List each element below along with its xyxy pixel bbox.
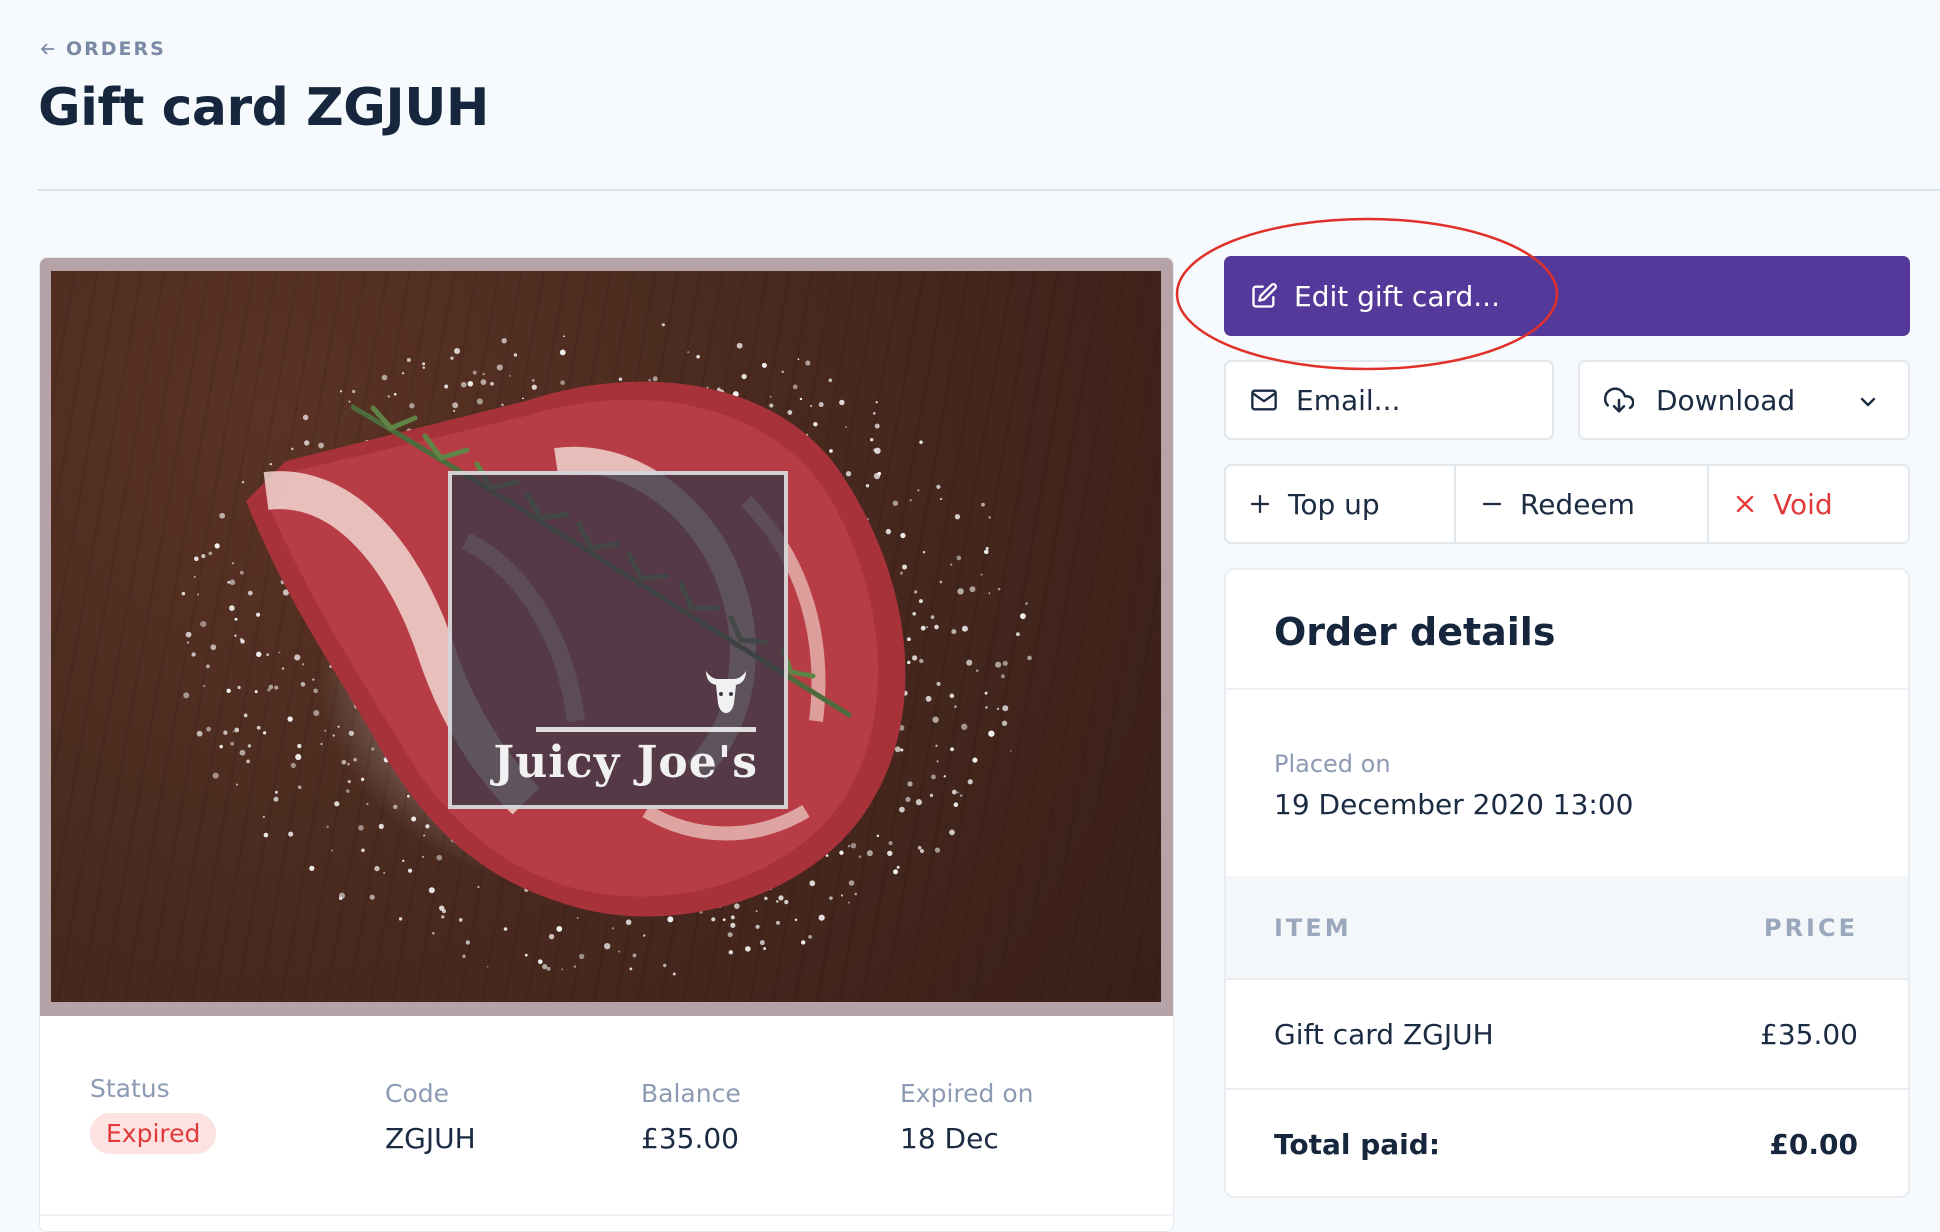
balance-actions-group: Top up Redeem Void (1224, 464, 1910, 544)
placed-on-value: 19 December 2020 13:00 (1274, 788, 1634, 821)
arrow-left-icon (40, 43, 54, 55)
header-divider (38, 189, 1940, 191)
placed-on-label: Placed on (1274, 750, 1391, 778)
status-badge: Expired (90, 1113, 217, 1154)
table-row: Gift card ZGJUH £35.00 (1226, 980, 1908, 1090)
page-title: Gift card ZGJUH (38, 78, 489, 138)
plus-icon (1250, 494, 1270, 514)
download-label: Download (1656, 383, 1796, 417)
expired-label: Expired on (900, 1079, 1034, 1108)
item-price: £35.00 (1760, 1018, 1858, 1051)
email-button[interactable]: Email... (1224, 360, 1554, 440)
void-label: Void (1773, 487, 1833, 521)
items-table-header: ITEM PRICE (1226, 876, 1908, 980)
balance-field: Balance £35.00 (641, 1079, 741, 1155)
void-button[interactable]: Void (1709, 466, 1908, 542)
gift-card-info-row: Status Expired Code ZGJUH Balance £35.00… (40, 1016, 1173, 1216)
expired-field: Expired on 18 Dec (900, 1079, 1033, 1155)
balance-label: Balance (641, 1079, 741, 1108)
download-button[interactable]: Download (1578, 360, 1910, 440)
gift-card-photo: Juicy Joe's (51, 271, 1161, 1002)
top-up-label: Top up (1288, 487, 1380, 521)
brand-logo-box: Juicy Joe's (448, 471, 788, 809)
top-up-button[interactable]: Top up (1226, 466, 1456, 542)
total-paid-label: Total paid: (1274, 1128, 1441, 1161)
brand-logo-text: Juicy Joe's (493, 737, 758, 788)
column-header-item: ITEM (1274, 914, 1352, 942)
status-label: Status (90, 1074, 170, 1103)
total-paid-row: Total paid: £0.00 (1226, 1090, 1908, 1196)
code-field: Code ZGJUH (385, 1079, 476, 1155)
breadcrumb-label: ORDERS (66, 38, 166, 60)
total-paid-value: £0.00 (1769, 1128, 1858, 1161)
status-field: Status Expired (90, 1074, 217, 1154)
order-title-divider (1226, 688, 1908, 690)
breadcrumb-orders[interactable]: ORDERS (40, 38, 166, 60)
code-value: ZGJUH (385, 1122, 476, 1155)
cloud-download-icon (1604, 387, 1634, 413)
order-details-card: Order details Placed on 19 December 2020… (1224, 568, 1910, 1198)
column-header-price: PRICE (1763, 914, 1858, 942)
order-details-title: Order details (1274, 610, 1556, 654)
expired-value: 18 Dec (900, 1122, 999, 1155)
brand-logo-rule (536, 727, 756, 732)
close-icon (1736, 495, 1754, 513)
edit-icon (1252, 283, 1277, 308)
edit-gift-card-button[interactable]: Edit gift card... (1224, 256, 1910, 336)
balance-value: £35.00 (641, 1122, 739, 1155)
minus-icon (1482, 502, 1502, 506)
edit-gift-card-label: Edit gift card... (1294, 279, 1500, 313)
gift-card-panel: Juicy Joe's Status Expired Code ZGJUH Ba… (39, 257, 1174, 1232)
gift-card-image-frame: Juicy Joe's (40, 258, 1173, 1016)
bull-head-icon (706, 671, 746, 713)
envelope-icon (1251, 389, 1277, 411)
gift-card-page: ORDERS Gift card ZGJUH Juicy Joe's Statu… (0, 0, 1940, 1232)
chevron-down-icon[interactable] (1856, 390, 1880, 414)
item-name: Gift card ZGJUH (1274, 1018, 1494, 1051)
code-label: Code (385, 1079, 450, 1108)
redeem-label: Redeem (1520, 487, 1635, 521)
email-label: Email... (1296, 383, 1401, 417)
redeem-button[interactable]: Redeem (1456, 466, 1709, 542)
